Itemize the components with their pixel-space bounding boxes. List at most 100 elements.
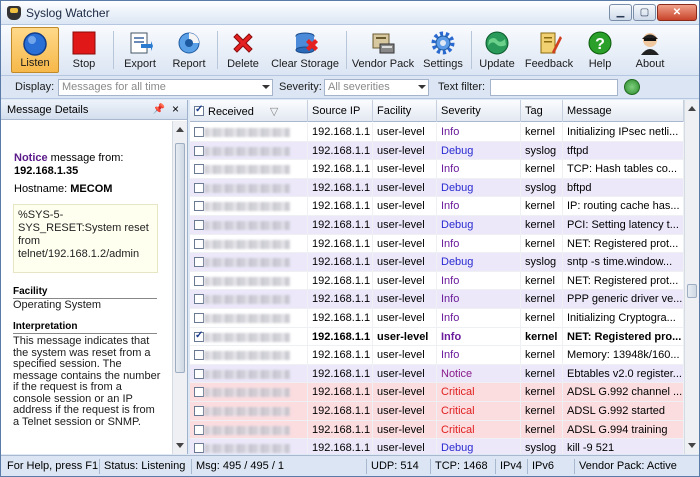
- table-row[interactable]: 192.168.1.1 user-level Debug syslog sntp -s …: [190, 253, 684, 272]
- row-checkbox[interactable]: [194, 164, 204, 175]
- message-cell: tftpd: [563, 141, 684, 160]
- row-checkbox[interactable]: [194, 275, 204, 286]
- table-row[interactable]: 192.168.1.1 user-level Info kernel IP: routi…: [190, 197, 684, 216]
- table-row[interactable]: 192.168.1.1 user-level Debug kernel PCI: Set…: [190, 216, 684, 235]
- received-cell: [190, 141, 308, 160]
- select-all-checkbox[interactable]: [194, 104, 204, 116]
- row-checkbox[interactable]: [194, 257, 204, 268]
- table-row[interactable]: 192.168.1.1 user-level Debug syslog tftpd: [190, 141, 684, 161]
- close-icon[interactable]: ×: [172, 102, 179, 116]
- settings-button[interactable]: Settings: [420, 27, 466, 73]
- row-checkbox[interactable]: [194, 182, 204, 193]
- close-window-button[interactable]: ✕: [657, 4, 697, 21]
- report-button[interactable]: Report: [167, 27, 211, 73]
- delete-button[interactable]: Delete: [223, 27, 263, 73]
- column-facility[interactable]: Facility: [373, 100, 437, 122]
- table-row[interactable]: 192.168.1.1 user-level Critical kernel ADSL …: [190, 420, 684, 440]
- tag-cell: kernel: [521, 364, 563, 383]
- table-row[interactable]: 192.168.1.1user-levelInfokernelNET: Regi…: [190, 327, 684, 347]
- facility-cell: user-level: [373, 364, 437, 383]
- row-checkbox[interactable]: [194, 145, 204, 156]
- scroll-down-icon[interactable]: [688, 443, 696, 448]
- row-checkbox[interactable]: [194, 220, 204, 230]
- column-source-ip[interactable]: Source IP: [308, 100, 373, 122]
- facility-cell: user-level: [373, 383, 437, 402]
- scroll-up-icon[interactable]: [688, 106, 696, 111]
- scroll-up-icon[interactable]: [176, 127, 184, 132]
- interpretation-text: This message indicates that the system w…: [13, 335, 161, 428]
- listen-button[interactable]: Listen: [11, 27, 59, 73]
- table-row[interactable]: 192.168.1.1 user-level Info kernel Memory: 1…: [190, 346, 684, 365]
- apply-filter-icon[interactable]: [624, 79, 640, 95]
- column-tag[interactable]: Tag: [521, 100, 563, 122]
- table-row[interactable]: 192.168.1.1user-levelInfokernelNET: Regi…: [190, 271, 684, 291]
- column-received[interactable]: Received▽: [190, 100, 308, 122]
- panel-scrollbar[interactable]: [172, 121, 187, 454]
- maximize-button[interactable]: ▢: [633, 4, 656, 21]
- redacted-timestamp: [204, 183, 290, 193]
- chevron-down-icon: [418, 85, 426, 89]
- svg-text:?: ?: [595, 36, 605, 53]
- table-row[interactable]: 192.168.1.1 user-level Info kernel PPP gener…: [190, 290, 684, 309]
- display-select[interactable]: Messages for all time: [58, 79, 273, 96]
- row-checkbox[interactable]: [194, 387, 204, 398]
- severity-cell: Debug: [437, 216, 521, 234]
- toolbar: Listen Stop Export Report Delete Clear S…: [1, 25, 699, 76]
- table-row[interactable]: 192.168.1.1 user-level Critical kernel ADSL …: [190, 383, 684, 402]
- severity-cell: Info: [437, 290, 521, 309]
- gear-icon: [431, 31, 455, 55]
- update-button[interactable]: Update: [475, 27, 519, 73]
- row-checkbox[interactable]: [194, 201, 204, 212]
- hostname-line: Hostname: MECOM: [14, 183, 113, 195]
- row-checkbox[interactable]: [194, 406, 204, 416]
- text-filter-input[interactable]: [490, 79, 618, 96]
- severity-cell: Info: [437, 197, 521, 216]
- column-severity[interactable]: Severity: [437, 100, 521, 122]
- tag-cell: kernel: [521, 160, 563, 179]
- stop-button[interactable]: Stop: [63, 27, 105, 73]
- row-checkbox[interactable]: [194, 127, 204, 137]
- severity-cell: Info: [437, 327, 521, 346]
- scroll-thumb[interactable]: [175, 143, 185, 373]
- redacted-timestamp: [204, 239, 290, 249]
- row-checkbox[interactable]: [194, 368, 204, 379]
- row-checkbox[interactable]: [194, 313, 204, 323]
- row-checkbox[interactable]: [194, 424, 204, 435]
- table-row[interactable]: 192.168.1.1 user-level Notice kernel Ebtable…: [190, 364, 684, 384]
- table-row[interactable]: 192.168.1.1 user-level Info kernel Initializ…: [190, 309, 684, 328]
- column-message[interactable]: Message: [563, 100, 684, 122]
- export-button[interactable]: Export: [119, 27, 161, 73]
- toolbar-separator: [346, 31, 347, 69]
- about-button[interactable]: About: [627, 27, 673, 73]
- row-checkbox[interactable]: [194, 294, 204, 305]
- scroll-down-icon[interactable]: [176, 443, 184, 448]
- clear-storage-button[interactable]: Clear Storage: [269, 27, 341, 73]
- feedback-button[interactable]: Feedback: [523, 27, 575, 73]
- window-title: Syslog Watcher: [26, 6, 110, 20]
- scroll-thumb[interactable]: [687, 284, 697, 298]
- pin-icon[interactable]: 📌: [153, 104, 165, 115]
- row-checkbox[interactable]: [194, 238, 204, 249]
- table-row[interactable]: 192.168.1.1 user-level Critical kernel ADSL …: [190, 402, 684, 421]
- severity-select[interactable]: All severities: [324, 79, 429, 96]
- table-row[interactable]: 192.168.1.1 user-level Info kernel TCP: Hash…: [190, 160, 684, 179]
- status-udp: UDP: 514: [366, 459, 423, 474]
- minimize-button[interactable]: ▁: [609, 4, 632, 21]
- row-checkbox[interactable]: [194, 330, 204, 342]
- help-button[interactable]: ? Help: [579, 27, 621, 73]
- table-row[interactable]: 192.168.1.1 user-level Info kernel Initializ…: [190, 123, 684, 142]
- table-row[interactable]: 192.168.1.1user-levelInfokernelNET: Regi…: [190, 234, 684, 254]
- table-row[interactable]: 192.168.1.1 user-level Debug syslog kill -9 …: [190, 439, 684, 454]
- row-checkbox[interactable]: [194, 443, 204, 454]
- row-checkbox[interactable]: [194, 350, 204, 361]
- tag-cell: syslog: [521, 141, 563, 160]
- table-row[interactable]: 192.168.1.1 user-level Debug syslog bftpd: [190, 178, 684, 198]
- ip-cell: 192.168.1.1: [308, 327, 373, 346]
- message-cell: Ebtables v2.0 register...: [563, 364, 684, 383]
- received-cell: [190, 160, 308, 179]
- severity-cell: Info: [437, 346, 521, 365]
- table-scrollbar[interactable]: [684, 100, 699, 454]
- redacted-timestamp: [204, 221, 290, 230]
- vendor-pack-button[interactable]: Vendor Pack: [350, 27, 416, 73]
- severity-text: Notice: [14, 152, 48, 164]
